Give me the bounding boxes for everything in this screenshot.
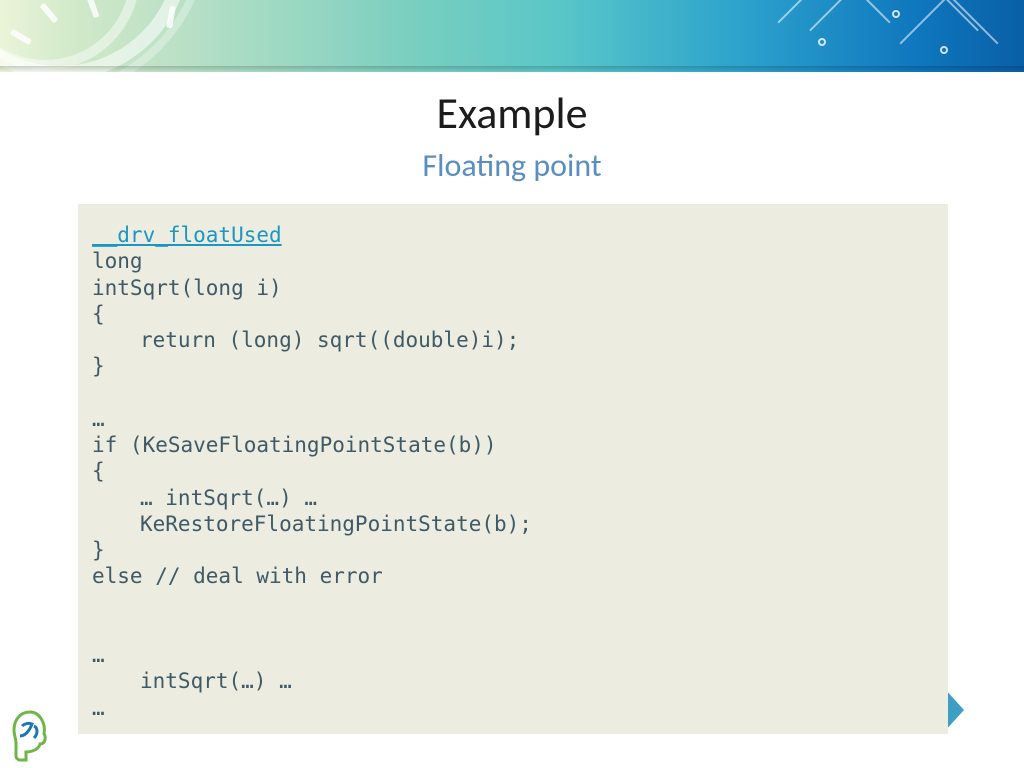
head-logo-icon xyxy=(6,706,56,762)
code-line: { xyxy=(92,302,105,326)
code-line: if (KeSaveFloatingPointState(b)) xyxy=(92,433,497,457)
code-line: … intSqrt(…) … xyxy=(140,486,317,510)
code-line: … xyxy=(92,696,105,720)
sal-annotation: __drv_floatUsed xyxy=(92,223,282,247)
slide-subtitle: Floating point xyxy=(0,146,1024,185)
slide-title: Example xyxy=(0,86,1024,140)
code-line: … xyxy=(92,643,105,667)
code-line: else // deal with error xyxy=(92,564,383,588)
code-line: KeRestoreFloatingPointState(b); xyxy=(140,512,532,536)
code-line: … xyxy=(92,407,105,431)
code-line: return (long) sqrt((double)i); xyxy=(140,328,519,352)
code-line: intSqrt(long i) xyxy=(92,276,282,300)
code-line: } xyxy=(92,354,105,378)
code-line: { xyxy=(92,459,105,483)
code-line: intSqrt(…) … xyxy=(140,669,292,693)
slide-banner xyxy=(0,0,1024,72)
code-example: __drv_floatUsed long intSqrt(long i) { r… xyxy=(78,204,948,734)
code-line: } xyxy=(92,538,105,562)
slide-content: Example Floating point Design Develop Te… xyxy=(0,72,1024,768)
code-line: long xyxy=(92,249,143,273)
